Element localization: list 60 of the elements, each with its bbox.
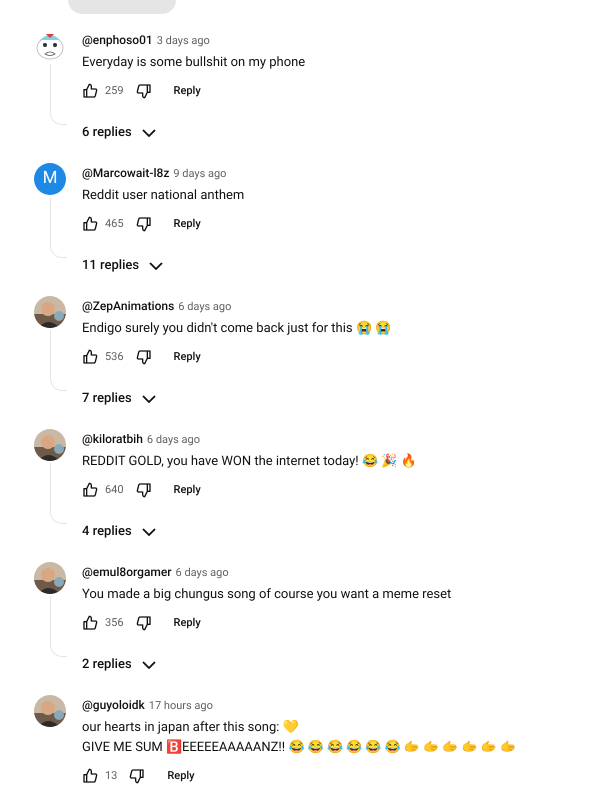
like-count: 259: [105, 82, 124, 99]
username[interactable]: @emul8orgamer: [82, 564, 172, 580]
comment-text: Endigo surely you didn't come back just for this 😭 😭: [82, 320, 392, 338]
timestamp[interactable]: 17 hours ago: [148, 698, 213, 714]
reply-button[interactable]: Reply: [170, 216, 205, 232]
comment-text: Reddit user national anthem: [82, 187, 244, 205]
replies-toggle[interactable]: 7 replies: [82, 389, 156, 408]
reply-button[interactable]: Reply: [170, 82, 205, 100]
replies-toggle[interactable]: 2 replies: [82, 655, 156, 674]
timestamp[interactable]: 6 days ago: [146, 432, 200, 448]
like-count: 13: [105, 768, 118, 784]
reply-button[interactable]: Reply: [170, 614, 205, 632]
comment-text: Everyday is some bullshit on my phone: [82, 54, 306, 72]
dislike-icon[interactable]: [129, 768, 146, 784]
timestamp[interactable]: 6 days ago: [176, 565, 229, 581]
dislike-icon[interactable]: [136, 83, 152, 99]
chevron-down-icon: [142, 660, 156, 669]
username[interactable]: @kiloratbih: [82, 431, 143, 447]
chevron-down-icon: [142, 128, 156, 137]
thread-line: [50, 463, 67, 524]
chevron-down-icon: [142, 528, 156, 536]
like-count: 536: [105, 348, 124, 365]
username[interactable]: @Marcowait-l8z: [82, 165, 170, 181]
like-icon[interactable]: [82, 768, 98, 784]
dislike-icon[interactable]: [136, 216, 152, 232]
reply-button[interactable]: Reply: [163, 768, 199, 784]
comment-text: GIVE ME SUM 🅱EEEEEAAAAANZ!! 😂 😂 😂 😂 😂 😂 🫱 🫱 🫱 🫱 🫱 🫱: [82, 738, 516, 757]
comment-text: REDDIT GOLD, you have WON the internet today! 😂 🎉 🔥: [82, 452, 416, 471]
like-count: 640: [105, 482, 124, 498]
reply-button[interactable]: Reply: [170, 482, 205, 498]
timestamp[interactable]: 9 days ago: [173, 166, 226, 182]
like-count: 465: [105, 216, 124, 232]
timestamp[interactable]: 3 days ago: [156, 33, 210, 49]
avatar[interactable]: M: [34, 163, 66, 195]
chevron-down-icon: [149, 262, 164, 270]
dislike-icon[interactable]: [136, 349, 152, 365]
timestamp[interactable]: 6 days ago: [178, 299, 232, 315]
comment-text: our hearts in japan after this song: 💛: [82, 719, 300, 737]
username[interactable]: @enphoso01: [82, 32, 153, 48]
reply-button[interactable]: Reply: [170, 348, 205, 366]
comment-text: You made a big chungus song of course you want a meme reset: [82, 586, 452, 604]
like-icon[interactable]: [82, 615, 98, 631]
replies-toggle[interactable]: 11 replies: [82, 256, 164, 276]
chevron-down-icon: [142, 394, 156, 403]
replies-toggle[interactable]: 4 replies: [82, 522, 156, 542]
username[interactable]: @ZepAnimations: [82, 298, 174, 314]
thread-line: [50, 330, 67, 391]
username[interactable]: @guyoloidk: [82, 697, 145, 713]
like-icon[interactable]: [82, 216, 98, 232]
dislike-icon[interactable]: [136, 615, 152, 631]
like-icon[interactable]: [82, 482, 98, 498]
thread-line: [50, 64, 67, 125]
like-icon[interactable]: [82, 349, 98, 365]
like-icon[interactable]: [82, 83, 98, 99]
like-count: 356: [105, 614, 124, 631]
dislike-icon[interactable]: [136, 482, 152, 498]
thread-line: [50, 596, 67, 657]
replies-toggle[interactable]: 6 replies: [82, 123, 156, 142]
replies-toggle[interactable]: [68, 0, 176, 14]
thread-line: [50, 197, 67, 258]
